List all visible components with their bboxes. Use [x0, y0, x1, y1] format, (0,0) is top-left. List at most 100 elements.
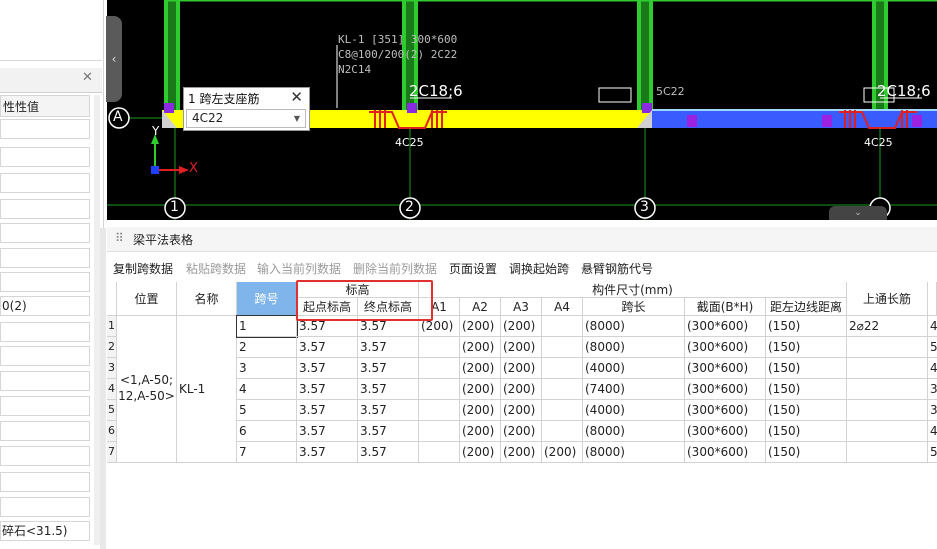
start-elev-cell[interactable]: 3.57: [297, 379, 358, 400]
a2-cell[interactable]: (200): [460, 316, 501, 337]
extra-cell[interactable]: 5: [928, 337, 937, 358]
property-row[interactable]: [0, 223, 90, 243]
edge-distance-cell[interactable]: (150): [766, 379, 847, 400]
drag-grip-icon[interactable]: ⠿: [115, 231, 124, 245]
end-elev-cell[interactable]: 3.57: [358, 379, 419, 400]
property-row[interactable]: 0(2): [0, 296, 90, 316]
property-row[interactable]: [0, 322, 90, 342]
edge-distance-cell[interactable]: (150): [766, 400, 847, 421]
a1-cell[interactable]: [419, 358, 460, 379]
support-rebar-select[interactable]: 4C22 ▼: [186, 109, 306, 128]
paste-span-button[interactable]: 粘贴跨数据: [186, 260, 246, 277]
property-row[interactable]: [0, 446, 90, 466]
a3-cell[interactable]: (200): [501, 379, 542, 400]
drawing-bottom-tab[interactable]: ⌄: [829, 206, 887, 220]
top-rebar-cell[interactable]: [847, 358, 928, 379]
end-elev-cell[interactable]: 3.57: [358, 337, 419, 358]
left-panel-scrollbar[interactable]: [100, 228, 106, 549]
property-row[interactable]: [0, 497, 90, 517]
a3-cell[interactable]: (200): [501, 358, 542, 379]
top-rebar-cell[interactable]: [847, 337, 928, 358]
page-setup-button[interactable]: 页面设置: [449, 260, 497, 277]
a3-cell[interactable]: (200): [501, 421, 542, 442]
cantilever-code-button[interactable]: 悬臂钢筋代号: [581, 260, 653, 277]
span-no-cell[interactable]: 6: [237, 421, 297, 442]
top-rebar-cell[interactable]: [847, 400, 928, 421]
close-icon[interactable]: ✕: [290, 88, 303, 106]
end-elev-cell[interactable]: 3.57: [358, 400, 419, 421]
span-length-cell[interactable]: (8000): [583, 421, 685, 442]
row-number[interactable]: 3: [107, 358, 117, 379]
edge-distance-cell[interactable]: (150): [766, 337, 847, 358]
start-elev-cell[interactable]: 3.57: [297, 421, 358, 442]
property-row[interactable]: [0, 421, 90, 441]
a2-cell[interactable]: (200): [460, 400, 501, 421]
end-elev-cell[interactable]: 3.57: [358, 421, 419, 442]
span-no-cell[interactable]: 2: [237, 337, 297, 358]
delete-column-button[interactable]: 删除当前列数据: [353, 260, 437, 277]
span-no-cell[interactable]: 7: [237, 442, 297, 463]
property-row[interactable]: [0, 371, 90, 391]
property-row[interactable]: [0, 248, 90, 268]
span-length-cell[interactable]: (8000): [583, 442, 685, 463]
property-row[interactable]: [0, 147, 90, 167]
extra-cell[interactable]: 3: [928, 400, 937, 421]
edge-distance-cell[interactable]: (150): [766, 358, 847, 379]
a1-cell[interactable]: [419, 400, 460, 421]
close-icon[interactable]: ✕: [82, 70, 93, 85]
section-cell[interactable]: (300*600): [685, 421, 766, 442]
property-row[interactable]: [0, 272, 90, 292]
property-row[interactable]: [0, 199, 90, 219]
span-length-cell[interactable]: (8000): [583, 337, 685, 358]
top-rebar-cell[interactable]: [847, 379, 928, 400]
span-length-cell[interactable]: (4000): [583, 400, 685, 421]
start-elev-cell[interactable]: 3.57: [297, 358, 358, 379]
edge-distance-cell[interactable]: (150): [766, 421, 847, 442]
edge-distance-cell[interactable]: (150): [766, 316, 847, 337]
extra-cell[interactable]: 5: [928, 442, 937, 463]
panel-collapse-handle[interactable]: ‹: [106, 16, 122, 102]
a3-cell[interactable]: (200): [501, 400, 542, 421]
start-elev-cell[interactable]: 3.57: [297, 442, 358, 463]
a2-cell[interactable]: (200): [460, 379, 501, 400]
span-length-cell[interactable]: (7400): [583, 379, 685, 400]
a2-cell[interactable]: (200): [460, 358, 501, 379]
start-elev-cell[interactable]: 3.57: [297, 337, 358, 358]
swap-start-button[interactable]: 调换起始跨: [509, 260, 569, 277]
end-elev-cell[interactable]: 3.57: [358, 442, 419, 463]
a2-cell[interactable]: (200): [460, 421, 501, 442]
a4-cell[interactable]: [542, 379, 583, 400]
row-number[interactable]: 5: [107, 400, 117, 421]
a4-cell[interactable]: [542, 316, 583, 337]
row-number[interactable]: 7: [107, 442, 117, 463]
a1-cell[interactable]: [419, 421, 460, 442]
span-length-cell[interactable]: (8000): [583, 316, 685, 337]
extra-cell[interactable]: 4: [928, 316, 937, 337]
row-number[interactable]: 2: [107, 337, 117, 358]
header-span-no[interactable]: 跨号: [237, 282, 297, 316]
section-cell[interactable]: (300*600): [685, 316, 766, 337]
a3-cell[interactable]: (200): [501, 316, 542, 337]
a1-cell[interactable]: [419, 379, 460, 400]
span-no-cell[interactable]: 5: [237, 400, 297, 421]
a4-cell[interactable]: [542, 358, 583, 379]
top-rebar-cell[interactable]: 2⌀22: [847, 316, 928, 337]
a4-cell[interactable]: (200): [542, 442, 583, 463]
a4-cell[interactable]: [542, 421, 583, 442]
span-no-cell[interactable]: 3: [237, 358, 297, 379]
property-row[interactable]: [0, 119, 90, 139]
row-number[interactable]: 1: [107, 316, 117, 337]
property-row[interactable]: [0, 396, 90, 416]
input-column-button[interactable]: 输入当前列数据: [257, 260, 341, 277]
edge-distance-cell[interactable]: (150): [766, 442, 847, 463]
a4-cell[interactable]: [542, 400, 583, 421]
property-row[interactable]: [0, 472, 90, 492]
extra-cell[interactable]: 3: [928, 379, 937, 400]
span-length-cell[interactable]: (4000): [583, 358, 685, 379]
section-cell[interactable]: (300*600): [685, 400, 766, 421]
span-no-cell[interactable]: 1: [236, 315, 298, 338]
extra-cell[interactable]: 4: [928, 421, 937, 442]
a2-cell[interactable]: (200): [460, 337, 501, 358]
property-row[interactable]: [0, 173, 90, 193]
name-cell[interactable]: KL-1: [177, 316, 237, 463]
